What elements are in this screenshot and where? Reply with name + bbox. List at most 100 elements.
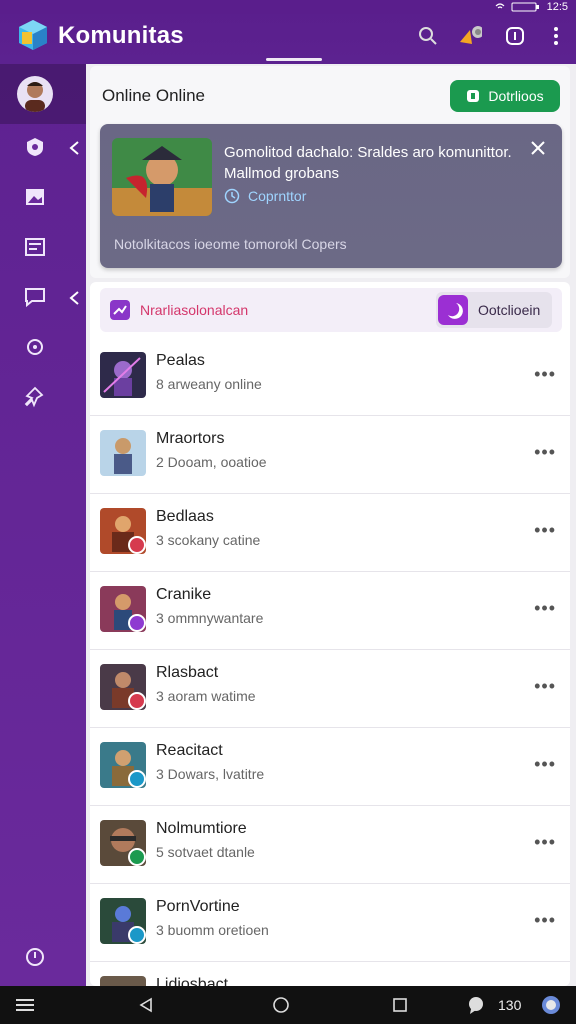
status-badge [128, 770, 146, 788]
wifi-icon [495, 3, 505, 9]
status-badge [128, 926, 146, 944]
info-icon [506, 27, 524, 45]
community-status: 3 Dowars, lvatitre [156, 766, 265, 782]
list-header: Nrarliasolonalcan Ootclioein [100, 288, 562, 332]
more-horiz-icon[interactable]: ••• [534, 598, 556, 619]
back-button[interactable] [138, 994, 154, 1016]
gear-icon [27, 339, 43, 355]
more-horiz-icon[interactable]: ••• [534, 910, 556, 931]
main-content: Online Online Dotrlioos Gomolitod dachal… [86, 64, 576, 986]
community-name: PornVortine [156, 898, 240, 915]
moon-icon [438, 295, 468, 325]
promo-message: Gomolitod dachalo: Sraldes aro komunitto… [224, 144, 512, 182]
community-status: 3 scokany catine [156, 532, 261, 548]
community-status: 3 buomm oretioen [156, 922, 269, 938]
community-status: 5 sotvaet dtanle [156, 844, 255, 860]
sidebar-item-shield[interactable] [22, 134, 48, 160]
close-icon[interactable] [530, 140, 546, 156]
search-button[interactable] [416, 24, 440, 48]
list-header-button[interactable]: Ootclioein [436, 292, 552, 328]
sidebar-item-image[interactable] [22, 184, 48, 210]
home-circle-icon [273, 997, 289, 1013]
online-action-label: Dotrlioos [488, 88, 544, 104]
list-item[interactable]: Rlasbact 3 aoram watime ••• [90, 650, 570, 728]
game-character-icon [112, 138, 212, 216]
status-time: 12:5 [546, 1, 568, 13]
pin-icon [24, 386, 44, 408]
status-badge [128, 614, 146, 632]
megaphone-icon [460, 26, 482, 44]
more-horiz-icon[interactable]: ••• [534, 676, 556, 697]
chevron-left-icon[interactable] [68, 290, 82, 306]
more-horiz-icon[interactable]: ••• [534, 754, 556, 775]
community-name: Reacitact [156, 742, 223, 759]
sidebar-item-settings[interactable] [22, 334, 48, 360]
menu-icon [16, 999, 34, 1011]
avatar-icon [25, 82, 45, 112]
recents-button[interactable] [392, 994, 408, 1016]
more-vert-icon [554, 27, 558, 45]
profile-button[interactable] [540, 994, 562, 1016]
community-thumbnail [100, 430, 146, 476]
community-status: 2 Dooam, ooatioe [156, 454, 267, 470]
notifications-button[interactable] [458, 24, 482, 48]
community-name: Nolmumtiore [156, 820, 247, 837]
info-button[interactable] [503, 24, 527, 48]
community-name: Lidiosbact [156, 976, 229, 986]
home-button[interactable] [272, 994, 290, 1016]
promo-card[interactable]: Gomolitod dachalo: Sraldes aro komunitto… [100, 124, 562, 268]
promo-link-label: Coprnttor [248, 188, 307, 204]
sidebar-item-pin[interactable] [22, 384, 48, 410]
search-icon [419, 27, 437, 45]
list-header-button-label: Ootclioein [478, 302, 541, 318]
recents-square-icon [393, 998, 407, 1012]
power-icon [26, 948, 44, 966]
chevron-left-icon[interactable] [68, 140, 82, 156]
promo-thumbnail [112, 138, 212, 216]
community-status: 3 ommnywantare [156, 610, 264, 626]
overflow-menu-button[interactable] [544, 24, 568, 48]
chat-bubble-button[interactable] [466, 994, 486, 1016]
system-nav-bar: 130 [0, 986, 576, 1024]
list-item[interactable]: Mraortors 2 Dooam, ooatioe ••• [90, 416, 570, 494]
community-status: 3 aoram watime [156, 688, 256, 704]
more-horiz-icon[interactable]: ••• [534, 832, 556, 853]
online-title: Online Online [102, 86, 206, 105]
sidebar-item-chat[interactable] [22, 284, 48, 310]
more-horiz-icon[interactable]: ••• [534, 520, 556, 541]
status-badge [128, 848, 146, 866]
list-item[interactable]: Bedlaas 3 scokany catine ••• [90, 494, 570, 572]
promo-link[interactable]: Coprnttor [224, 188, 306, 204]
status-bar: 12:5 [0, 0, 576, 14]
more-horiz-icon[interactable]: ••• [534, 364, 556, 385]
globe-icon [542, 996, 560, 1014]
game-character-icon [100, 430, 146, 476]
trending-icon [110, 300, 130, 320]
sidebar [0, 64, 86, 986]
back-triangle-icon [139, 997, 152, 1013]
sidebar-profile[interactable] [0, 64, 86, 124]
game-character-icon [100, 352, 146, 398]
avatar[interactable] [17, 76, 53, 112]
image-icon [26, 189, 44, 205]
menu-button[interactable] [14, 994, 36, 1016]
list-header-label: Nrarliasolonalcan [140, 302, 249, 318]
nav-time: 130 [498, 997, 522, 1013]
more-horiz-icon[interactable]: ••• [534, 442, 556, 463]
online-section: Online Online Dotrlioos Gomolitod dachal… [90, 66, 570, 278]
sidebar-item-power[interactable] [22, 944, 48, 970]
online-action-button[interactable]: Dotrlioos [450, 80, 560, 112]
lock-icon [467, 90, 480, 102]
list-icon [25, 238, 45, 256]
list-item[interactable]: Pealas 8 arweany online ••• [90, 338, 570, 416]
list-item[interactable]: Cranike 3 ommnywantare ••• [90, 572, 570, 650]
list-item[interactable]: Nolmumtiore 5 sotvaet dtanle ••• [90, 806, 570, 884]
community-status: 8 arweany online [156, 376, 262, 392]
list-item[interactable]: Lidiosbact ••• [90, 962, 570, 986]
chat-icon [25, 288, 45, 308]
community-name: Bedlaas [156, 508, 214, 525]
list-item[interactable]: Reacitact 3 Dowars, lvatitre ••• [90, 728, 570, 806]
list-item[interactable]: PornVortine 3 buomm oretioen ••• [90, 884, 570, 962]
sidebar-item-list[interactable] [22, 234, 48, 260]
chat-bubble-icon [469, 997, 483, 1014]
